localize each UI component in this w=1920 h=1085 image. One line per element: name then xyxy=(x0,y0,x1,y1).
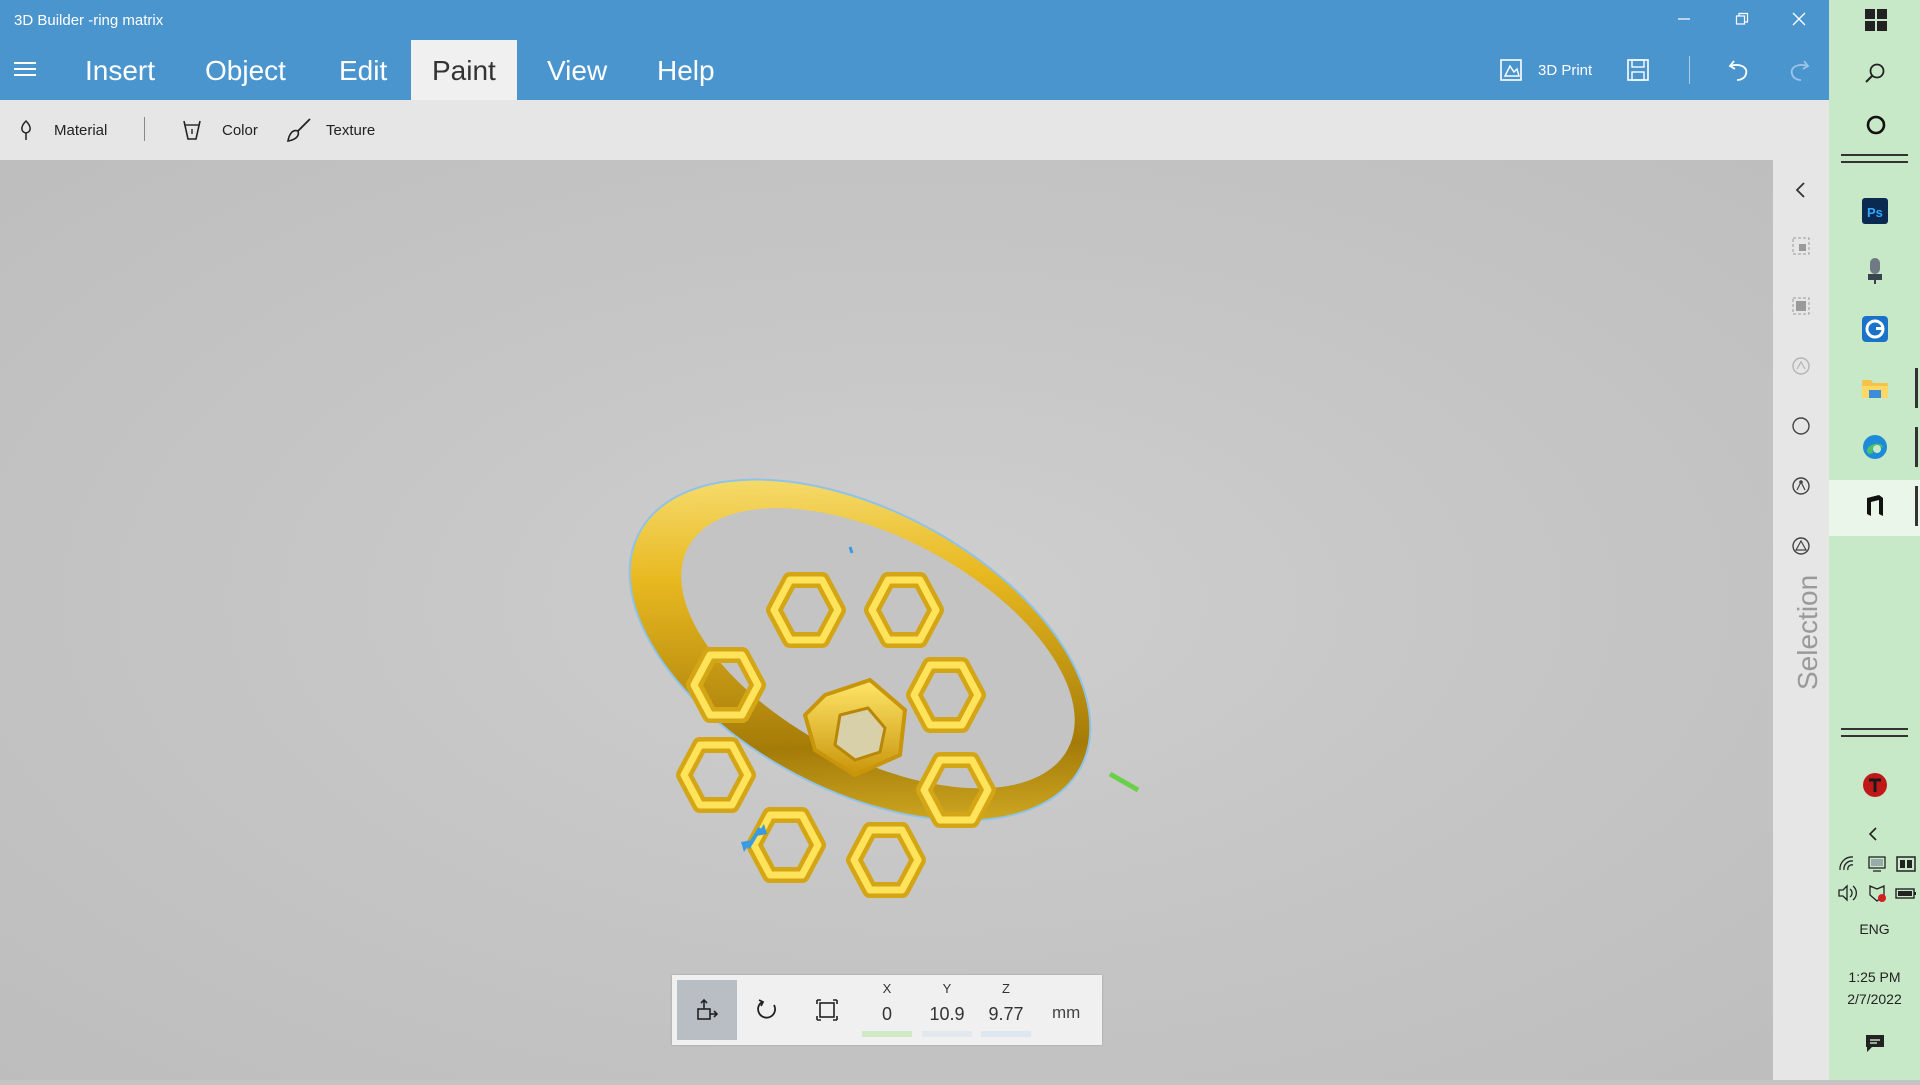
undo-button[interactable] xyxy=(1726,40,1752,100)
z-axis-indicator xyxy=(981,1031,1031,1037)
color-label: Color xyxy=(222,121,258,139)
file-explorer-icon[interactable] xyxy=(1859,372,1891,404)
windows-start-icon[interactable] xyxy=(1865,9,1887,31)
minimize-icon xyxy=(1678,18,1690,20)
color-button[interactable]: Color xyxy=(180,100,258,160)
microphone-app-icon[interactable] xyxy=(1859,254,1891,286)
3d-print-button[interactable]: 3D Print xyxy=(1498,40,1592,100)
taskbar-separator-bottom xyxy=(1841,728,1908,737)
scale-icon xyxy=(816,999,838,1021)
z-value: 9.77 xyxy=(988,1004,1024,1024)
rotate-icon xyxy=(757,999,776,1019)
select-triangle-icon[interactable] xyxy=(1791,536,1811,556)
3d-builder-icon[interactable] xyxy=(1859,490,1891,522)
cortana-icon[interactable] xyxy=(1865,114,1887,136)
select-vertex-icon[interactable] xyxy=(1791,476,1811,496)
taskbar-separator-top xyxy=(1841,154,1908,163)
3d-print-label: 3D Print xyxy=(1538,61,1593,79)
menu-bar: Insert Object Edit Paint View Help 3D Pr… xyxy=(0,40,1829,100)
clock-time[interactable]: 1:25 PM xyxy=(1829,966,1920,988)
paint-toolbar: Material Color Texture xyxy=(0,100,1829,160)
toolbar-separator xyxy=(144,117,145,141)
redo-icon xyxy=(1790,60,1810,81)
x-coordinate-field[interactable]: X 0 xyxy=(862,981,912,1037)
x-axis-indicator xyxy=(862,1031,912,1037)
title-bar: 3D Builder -ring matrix xyxy=(0,0,1829,40)
x-label: X xyxy=(882,981,892,996)
select-face-icon[interactable] xyxy=(1791,356,1811,376)
y-label: Y xyxy=(942,981,952,996)
selection-label: Selection xyxy=(1792,574,1823,690)
menu-help[interactable]: Help xyxy=(636,40,736,100)
command-separator xyxy=(1689,56,1690,84)
material-label: Material xyxy=(54,121,108,139)
collapse-panel-chevron-icon[interactable] xyxy=(1791,180,1811,200)
grammarly-icon[interactable] xyxy=(1859,313,1891,345)
unit-label[interactable]: mm xyxy=(1052,1003,1080,1023)
x-value: 0 xyxy=(881,1004,892,1024)
close-icon xyxy=(1792,12,1806,26)
action-center-notifications-icon[interactable] xyxy=(1864,1032,1886,1054)
y-coordinate-field[interactable]: Y 10.9 xyxy=(922,981,972,1037)
save-button[interactable] xyxy=(1626,40,1650,100)
windows-taskbar: Ps ENG 1:25 PM 2/7/2022 xyxy=(1829,0,1920,1080)
menu-insert[interactable]: Insert xyxy=(64,40,176,100)
scale-mode-button[interactable] xyxy=(797,980,857,1040)
move-icon xyxy=(697,998,719,1020)
texture-brush-icon xyxy=(287,118,311,142)
minimize-button[interactable] xyxy=(1664,6,1704,34)
photoshop-icon[interactable]: Ps xyxy=(1859,195,1891,227)
hamburger-menu-icon[interactable] xyxy=(14,62,36,76)
select-all-icon[interactable] xyxy=(1791,296,1811,316)
language-indicator[interactable]: ENG xyxy=(1829,918,1920,940)
menu-paint[interactable]: Paint xyxy=(411,40,517,100)
tray-app-red-icon[interactable] xyxy=(1859,769,1891,801)
wifi-icon[interactable] xyxy=(1837,854,1857,874)
security-alert-icon[interactable] xyxy=(1867,883,1887,903)
z-coordinate-field[interactable]: Z 9.77 xyxy=(981,981,1031,1037)
rotate-mode-button[interactable] xyxy=(737,980,797,1040)
3d-print-icon xyxy=(1500,59,1522,81)
restore-button[interactable] xyxy=(1722,6,1762,34)
y-axis-indicator xyxy=(922,1031,972,1037)
active-app-indicator xyxy=(1915,486,1918,526)
texture-button[interactable]: Texture xyxy=(286,100,375,160)
volume-icon[interactable] xyxy=(1837,883,1859,903)
ring-model[interactable] xyxy=(0,160,1773,1080)
select-circle-icon[interactable] xyxy=(1791,416,1811,436)
active-app-indicator xyxy=(1915,368,1918,408)
y-value: 10.9 xyxy=(929,1004,965,1024)
restore-icon xyxy=(1735,12,1749,25)
menu-view[interactable]: View xyxy=(526,40,628,100)
save-icon xyxy=(1627,59,1649,81)
display-icon[interactable] xyxy=(1867,854,1887,874)
transform-bar: X 0 Y 10.9 Z 9.77 mm xyxy=(672,975,1102,1045)
edge-icon[interactable] xyxy=(1859,431,1891,463)
show-hidden-icons-chevron-icon[interactable] xyxy=(1863,824,1883,844)
active-app-indicator xyxy=(1915,427,1918,467)
redo-button[interactable] xyxy=(1786,40,1812,100)
select-object-icon[interactable] xyxy=(1791,236,1811,256)
color-bucket-icon xyxy=(183,120,201,140)
material-button[interactable]: Material xyxy=(16,100,107,160)
move-mode-button[interactable] xyxy=(677,980,737,1040)
app-tray-icon[interactable] xyxy=(1895,854,1917,874)
clock-date[interactable]: 2/7/2022 xyxy=(1829,988,1920,1010)
move-gizmo-small-arrow[interactable] xyxy=(848,546,854,554)
texture-label: Texture xyxy=(326,121,376,139)
search-icon[interactable] xyxy=(1864,62,1886,84)
material-icon xyxy=(21,119,31,140)
battery-icon[interactable] xyxy=(1895,883,1917,903)
svg-text:Ps: Ps xyxy=(1867,205,1883,220)
undo-icon xyxy=(1728,60,1748,81)
menu-object[interactable]: Object xyxy=(184,40,307,100)
window-title: 3D Builder -ring matrix xyxy=(14,12,164,29)
close-button[interactable] xyxy=(1779,6,1819,34)
move-gizmo-green-arrow[interactable] xyxy=(1108,771,1140,793)
menu-edit[interactable]: Edit xyxy=(318,40,408,100)
3d-viewport[interactable] xyxy=(0,160,1773,1080)
z-label: Z xyxy=(1002,981,1010,996)
